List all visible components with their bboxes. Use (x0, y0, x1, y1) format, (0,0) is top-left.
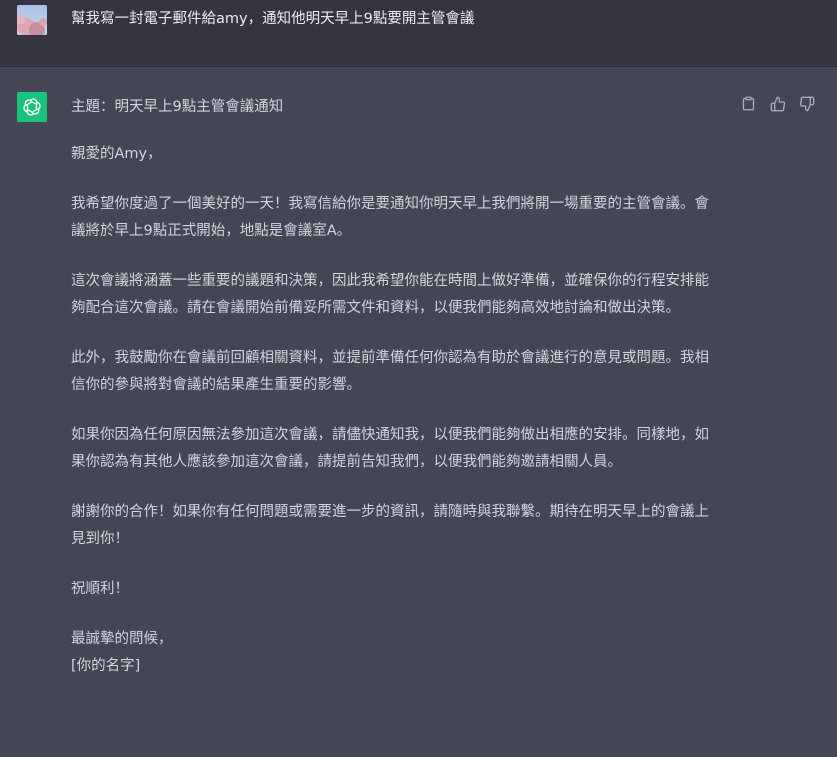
email-paragraph-1: 我希望你度過了一個美好的一天！我寫信給你是要通知你明天早上我們將開一場重要的主管… (71, 196, 709, 239)
email-paragraph-4: 如果你因為任何原因無法參加這次會議，請儘快通知我，以便我們能夠做出相應的安排。同… (71, 427, 709, 470)
thumbs-down-icon (799, 96, 814, 111)
user-message-row: 幫我寫一封電子郵件給amy，通知他明天早上9點要開主管會議 (0, 0, 837, 67)
email-paragraph-3: 此外，我鼓勵你在會議前回顧相關資料，並提前準備任何你認為有助於會議進行的意見或問… (71, 350, 709, 393)
thumbs-up-button[interactable] (769, 95, 786, 112)
user-avatar (17, 5, 47, 35)
user-message-text: 幫我寫一封電子郵件給amy，通知他明天早上9點要開主管會議 (71, 11, 475, 27)
email-paragraph-5: 謝謝你的合作！如果你有任何問題或需要進一步的資訊，請隨時與我聯繫。期待在明天早上… (71, 504, 709, 547)
email-signoff: 最誠摯的問候， (71, 631, 173, 647)
assistant-message-body: 主題：明天早上9點主管會議通知 親愛的Amy， 我希望你度過了一個美好的一天！我… (71, 94, 716, 680)
email-paragraph-2: 這次會議將涵蓋一些重要的議題和決策，因此我希望你能在時間上做好準備，並確保你的行… (71, 273, 709, 316)
thumbs-down-button[interactable] (798, 95, 815, 112)
clipboard-icon (742, 96, 755, 111)
copy-button[interactable] (740, 95, 757, 112)
chatgpt-logo-icon (17, 92, 47, 122)
assistant-message-row: 主題：明天早上9點主管會議通知 親愛的Amy， 我希望你度過了一個美好的一天！我… (0, 67, 837, 757)
thumbs-up-icon (770, 96, 785, 111)
email-closing: 祝順利！ (71, 581, 129, 597)
email-greeting: 親愛的Amy， (71, 146, 162, 162)
email-signature: [你的名字] (71, 658, 141, 674)
message-actions (740, 95, 815, 112)
email-subject: 主題：明天早上9點主管會議通知 (71, 99, 284, 115)
